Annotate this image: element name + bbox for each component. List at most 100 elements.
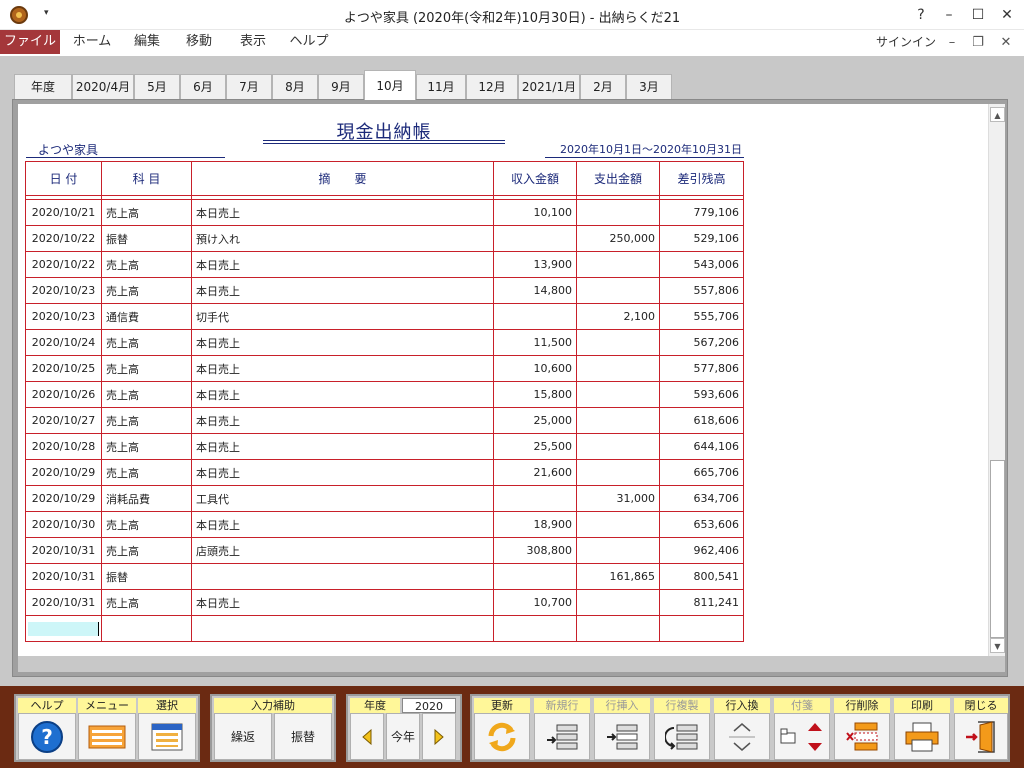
new-cell-balance[interactable] <box>659 615 744 642</box>
cell-date[interactable]: 2020/10/21 <box>25 199 102 226</box>
table-row[interactable]: 2020/10/25 売上高 本日売上 10,600 577,806 <box>25 355 744 382</box>
previous-year-button[interactable] <box>350 713 384 760</box>
cell-income[interactable]: 10,600 <box>493 355 577 382</box>
cell-date[interactable]: 2020/10/29 <box>25 459 102 486</box>
cell-date[interactable]: 2020/10/31 <box>25 563 102 590</box>
cell-balance[interactable]: 644,106 <box>659 433 744 460</box>
cell-date[interactable]: 2020/10/25 <box>25 355 102 382</box>
cell-income[interactable]: 11,500 <box>493 329 577 356</box>
table-row[interactable]: 2020/10/23 通信費 切手代 2,100 555,706 <box>25 303 744 330</box>
tab-february[interactable]: 2月 <box>580 74 626 99</box>
cell-expense[interactable] <box>576 433 660 460</box>
cell-description[interactable]: 本日売上 <box>191 381 494 408</box>
table-row[interactable]: 2020/10/22 振替 預け入れ 250,000 529,106 <box>25 225 744 252</box>
cell-balance[interactable]: 618,606 <box>659 407 744 434</box>
new-cell-income[interactable] <box>493 615 577 642</box>
cell-description[interactable]: 本日売上 <box>191 277 494 304</box>
cell-income[interactable] <box>493 303 577 330</box>
cell-date[interactable]: 2020/10/29 <box>25 485 102 512</box>
new-row-toolbar-button[interactable]: 新規行 <box>534 698 590 760</box>
cell-account[interactable]: 売上高 <box>101 199 192 226</box>
cell-income[interactable]: 15,800 <box>493 381 577 408</box>
new-cell-date[interactable] <box>25 615 102 642</box>
cell-balance[interactable]: 653,606 <box>659 511 744 538</box>
table-row[interactable]: 2020/10/28 売上高 本日売上 25,500 644,106 <box>25 433 744 460</box>
cell-description[interactable]: 本日売上 <box>191 251 494 278</box>
cell-balance[interactable]: 529,106 <box>659 225 744 252</box>
cell-expense[interactable] <box>576 277 660 304</box>
tab-july[interactable]: 7月 <box>226 74 272 99</box>
cell-account[interactable]: 売上高 <box>101 537 192 564</box>
cell-balance[interactable]: 577,806 <box>659 355 744 382</box>
cell-date[interactable]: 2020/10/26 <box>25 381 102 408</box>
table-row[interactable]: 2020/10/27 売上高 本日売上 25,000 618,606 <box>25 407 744 434</box>
cell-balance[interactable]: 567,206 <box>659 329 744 356</box>
tab-august[interactable]: 8月 <box>272 74 318 99</box>
table-row[interactable]: 2020/10/29 売上高 本日売上 21,600 665,706 <box>25 459 744 486</box>
cell-balance[interactable]: 557,806 <box>659 277 744 304</box>
cell-account[interactable]: 売上高 <box>101 589 192 616</box>
select-toolbar-button[interactable]: 選択 <box>138 698 196 760</box>
cell-account[interactable]: 売上高 <box>101 277 192 304</box>
ribbon-close-icon[interactable]: ✕ <box>994 32 1018 54</box>
menu-edit[interactable]: 編集 <box>124 30 170 54</box>
cell-description[interactable] <box>191 563 494 590</box>
cell-description[interactable]: 本日売上 <box>191 407 494 434</box>
copy-row-toolbar-button[interactable]: 行複製 <box>654 698 710 760</box>
new-cell-expense[interactable] <box>576 615 660 642</box>
cell-description[interactable]: 預け入れ <box>191 225 494 252</box>
cell-balance[interactable]: 962,406 <box>659 537 744 564</box>
cell-expense[interactable]: 250,000 <box>576 225 660 252</box>
tab-2021-january[interactable]: 2021/1月 <box>518 74 580 99</box>
cell-account[interactable]: 売上高 <box>101 381 192 408</box>
cell-income[interactable]: 308,800 <box>493 537 577 564</box>
tab-2020-april[interactable]: 2020/4月 <box>72 74 134 99</box>
cell-account[interactable]: 消耗品費 <box>101 485 192 512</box>
new-entry-row[interactable] <box>25 615 744 642</box>
cell-income[interactable]: 25,000 <box>493 407 577 434</box>
vertical-scrollbar[interactable]: ▲ ▼ <box>988 104 1005 656</box>
table-row[interactable]: 2020/10/31 振替 161,865 800,541 <box>25 563 744 590</box>
cell-income[interactable]: 10,100 <box>493 199 577 226</box>
cell-description[interactable]: 本日売上 <box>191 589 494 616</box>
tab-june[interactable]: 6月 <box>180 74 226 99</box>
cell-date[interactable]: 2020/10/23 <box>25 303 102 330</box>
insert-row-toolbar-button[interactable]: 行挿入 <box>594 698 650 760</box>
cell-date[interactable]: 2020/10/30 <box>25 511 102 538</box>
cell-account[interactable]: 売上高 <box>101 329 192 356</box>
menu-home[interactable]: ホーム <box>66 30 118 54</box>
cell-date[interactable]: 2020/10/23 <box>25 277 102 304</box>
cell-date[interactable]: 2020/10/31 <box>25 537 102 564</box>
close-toolbar-button[interactable]: 閉じる <box>954 698 1008 760</box>
menu-move[interactable]: 移動 <box>176 30 222 54</box>
tag-toolbar-button[interactable]: 付箋 <box>774 698 830 760</box>
cell-balance[interactable]: 543,006 <box>659 251 744 278</box>
print-toolbar-button[interactable]: 印刷 <box>894 698 950 760</box>
cell-income[interactable]: 14,800 <box>493 277 577 304</box>
menu-file[interactable]: ファイル <box>0 30 60 54</box>
update-toolbar-button[interactable]: 更新 <box>474 698 530 760</box>
cell-description[interactable]: 切手代 <box>191 303 494 330</box>
cell-income[interactable]: 21,600 <box>493 459 577 486</box>
tab-september[interactable]: 9月 <box>318 74 364 99</box>
table-row[interactable]: 2020/10/24 売上高 本日売上 11,500 567,206 <box>25 329 744 356</box>
cell-account[interactable]: 売上高 <box>101 251 192 278</box>
delete-row-toolbar-button[interactable]: 行削除 <box>834 698 890 760</box>
cell-income[interactable]: 10,700 <box>493 589 577 616</box>
cell-expense[interactable] <box>576 199 660 226</box>
minimize-icon[interactable]: – <box>934 4 964 26</box>
tab-october[interactable]: 10月 <box>364 70 416 100</box>
cell-description[interactable]: 本日売上 <box>191 329 494 356</box>
cell-account[interactable]: 売上高 <box>101 433 192 460</box>
help-toolbar-button[interactable]: ヘルプ ? <box>18 698 76 760</box>
cell-account[interactable]: 売上高 <box>101 355 192 382</box>
cell-description[interactable]: 店頭売上 <box>191 537 494 564</box>
table-row[interactable]: 2020/10/29 消耗品費 工具代 31,000 634,706 <box>25 485 744 512</box>
table-row[interactable]: 2020/10/22 売上高 本日売上 13,900 543,006 <box>25 251 744 278</box>
cell-date[interactable]: 2020/10/31 <box>25 589 102 616</box>
cell-description[interactable]: 工具代 <box>191 485 494 512</box>
cell-balance[interactable]: 593,606 <box>659 381 744 408</box>
cell-description[interactable]: 本日売上 <box>191 355 494 382</box>
cell-income[interactable] <box>493 225 577 252</box>
cell-income[interactable]: 18,900 <box>493 511 577 538</box>
